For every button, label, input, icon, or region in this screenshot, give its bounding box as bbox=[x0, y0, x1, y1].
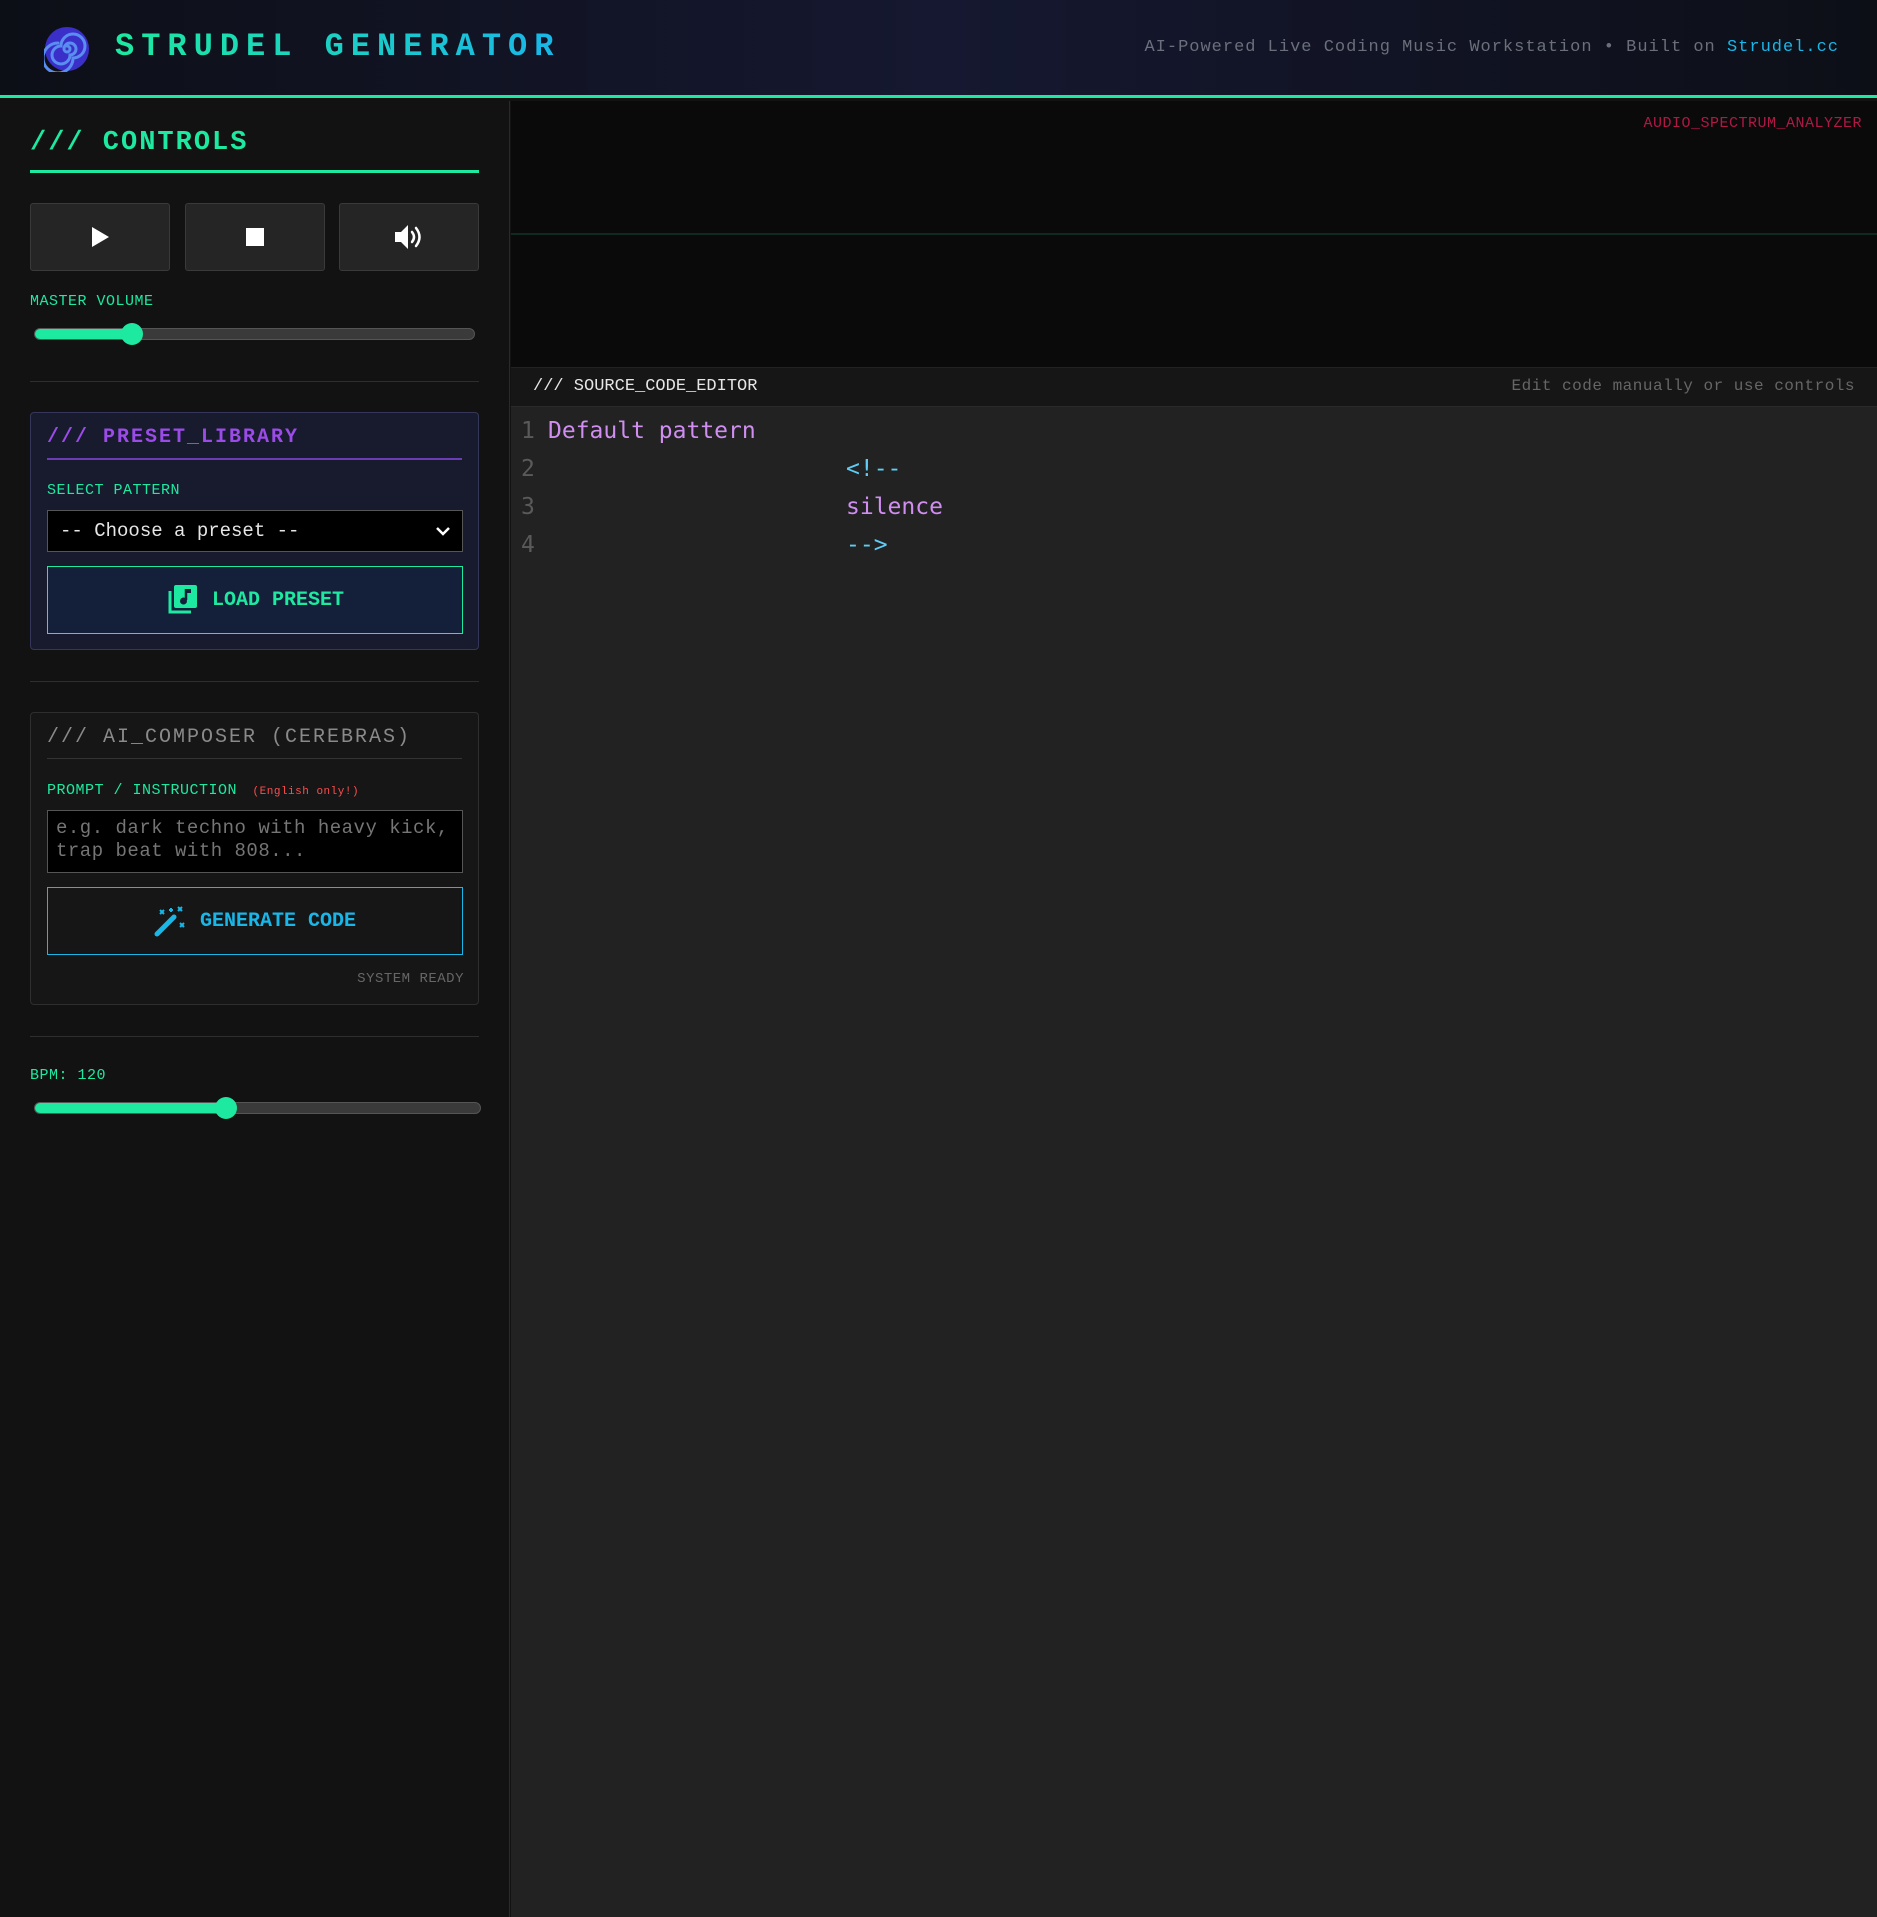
play-button[interactable] bbox=[30, 203, 170, 271]
volume-slider-fill bbox=[35, 329, 132, 339]
stop-button[interactable] bbox=[185, 203, 325, 271]
bpm-label: BPM: 120 bbox=[30, 1067, 107, 1084]
controls-sidebar bbox=[0, 101, 510, 1917]
line-number: 1 bbox=[521, 418, 535, 444]
play-icon bbox=[92, 227, 109, 247]
tagline-text: AI-Powered Live Coding Music Workstation… bbox=[1144, 38, 1727, 57]
app-header: STRUDEL GENERATOR AI-Powered Live Coding… bbox=[0, 0, 1877, 98]
strudel-link[interactable]: Strudel.cc bbox=[1727, 38, 1839, 57]
line-number: 4 bbox=[521, 532, 535, 558]
generate-code-label: GENERATE CODE bbox=[199, 909, 357, 933]
system-status: SYSTEM READY bbox=[357, 971, 464, 987]
preset-select-value: -- Choose a preset -- bbox=[60, 520, 300, 542]
select-pattern-label: SELECT PATTERN bbox=[47, 482, 181, 499]
divider bbox=[30, 1036, 479, 1037]
spectrum-baseline bbox=[511, 233, 1877, 235]
prompt-label: PROMPT / INSTRUCTION (English only!) bbox=[47, 782, 359, 799]
stop-icon bbox=[246, 228, 264, 246]
volume-icon bbox=[395, 225, 421, 249]
editor-hint: Edit code manually or use controls bbox=[1511, 377, 1855, 395]
line-number: 2 bbox=[521, 456, 535, 482]
code-editor[interactable]: 1 Default pattern 2 <!-- 3 silence 4 --> bbox=[511, 407, 1877, 1917]
preset-library-title: /// PRESET_LIBRARY bbox=[47, 426, 462, 460]
master-volume-label: MASTER VOLUME bbox=[30, 293, 154, 310]
ai-composer-panel: /// AI_COMPOSER (CEREBRAS) PROMPT / INST… bbox=[30, 712, 479, 1005]
code-text: <!-- bbox=[846, 456, 902, 482]
prompt-input[interactable] bbox=[47, 810, 463, 873]
controls-title: /// CONTROLS bbox=[30, 128, 479, 173]
volume-slider-thumb[interactable] bbox=[120, 323, 143, 345]
editor-toolbar: /// SOURCE_CODE_EDITOR Edit code manuall… bbox=[511, 368, 1877, 407]
music-library-icon bbox=[168, 585, 197, 614]
master-volume-slider[interactable] bbox=[34, 323, 475, 345]
divider bbox=[30, 681, 479, 682]
generate-code-button[interactable]: GENERATE CODE bbox=[47, 887, 463, 955]
editor-title: /// SOURCE_CODE_EDITOR bbox=[533, 377, 758, 396]
ai-composer-title: /// AI_COMPOSER (CEREBRAS) bbox=[47, 726, 462, 759]
spectrum-label: AUDIO_SPECTRUM_ANALYZER bbox=[1643, 115, 1862, 132]
tagline: AI-Powered Live Coding Music Workstation… bbox=[1144, 38, 1839, 57]
audio-spectrum-analyzer: AUDIO_SPECTRUM_ANALYZER bbox=[511, 101, 1877, 368]
prompt-label-text: PROMPT / INSTRUCTION bbox=[47, 782, 238, 799]
english-only-note: (English only!) bbox=[252, 786, 360, 798]
chevron-down-icon bbox=[436, 527, 450, 536]
load-preset-label: LOAD PRESET bbox=[211, 588, 345, 612]
divider bbox=[30, 381, 479, 382]
code-text: --> bbox=[846, 532, 888, 558]
bpm-slider[interactable] bbox=[34, 1097, 481, 1119]
mute-button[interactable] bbox=[339, 203, 479, 271]
app-title: STRUDEL GENERATOR bbox=[115, 28, 561, 65]
code-text: silence bbox=[846, 494, 943, 520]
line-number: 3 bbox=[521, 494, 535, 520]
preset-select[interactable]: -- Choose a preset -- bbox=[47, 510, 463, 552]
bpm-slider-fill bbox=[35, 1103, 227, 1113]
load-preset-button[interactable]: LOAD PRESET bbox=[47, 566, 463, 634]
magic-wand-icon bbox=[154, 906, 185, 937]
spiral-logo-icon bbox=[44, 27, 89, 72]
code-text: Default pattern bbox=[548, 418, 756, 444]
preset-library-panel: /// PRESET_LIBRARY SELECT PATTERN -- Cho… bbox=[30, 412, 479, 650]
